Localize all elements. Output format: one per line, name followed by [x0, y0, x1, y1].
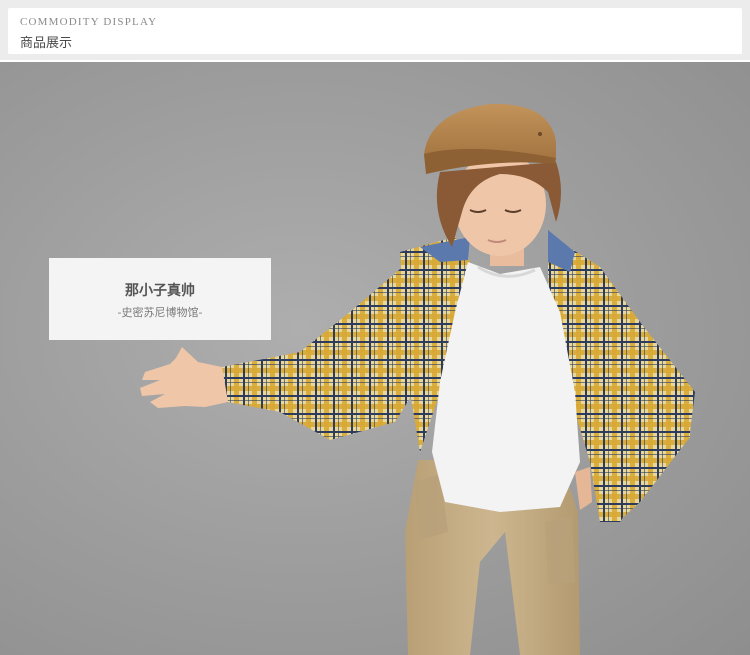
caption-title: 那小子真帅	[125, 283, 195, 299]
caption-box: 那小子真帅 -史密苏尼博物馆-	[49, 258, 271, 340]
caption-subtitle: -史密苏尼博物馆-	[117, 306, 203, 319]
section-title-en: COMMODITY DISPLAY	[20, 16, 158, 28]
page: COMMODITY DISPLAY 商品展示 那小子真帅 -史密苏尼博物馆-	[0, 0, 750, 655]
product-photo: 那小子真帅 -史密苏尼博物馆-	[0, 62, 750, 655]
section-header-card: COMMODITY DISPLAY 商品展示	[8, 8, 742, 54]
model-illustration	[140, 103, 695, 655]
section-title-cn: 商品展示	[20, 36, 73, 51]
section-header: COMMODITY DISPLAY 商品展示	[0, 0, 750, 60]
